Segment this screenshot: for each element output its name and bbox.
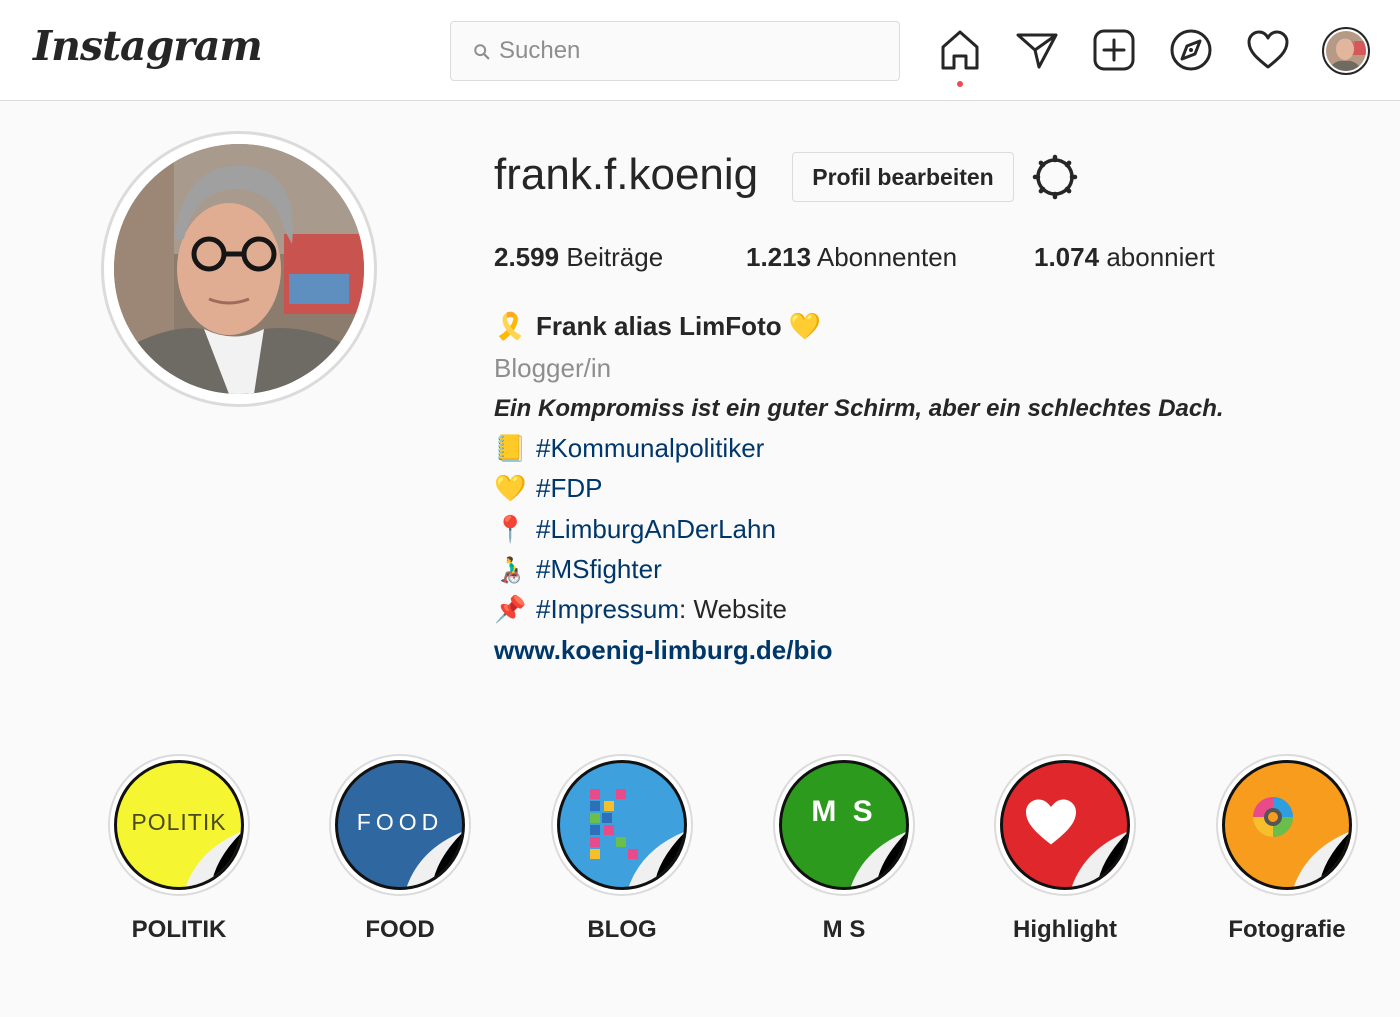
highlight-fotografie[interactable]: Fotografie: [1216, 754, 1358, 943]
page-curl-icon: [628, 831, 684, 887]
highlight-label: BLOG: [587, 916, 657, 943]
new-post-icon[interactable]: [1092, 28, 1136, 72]
bio-text: : Website: [679, 594, 787, 624]
full-name: Frank alias LimFoto: [536, 311, 782, 341]
instagram-logo[interactable]: Instagram: [33, 22, 263, 70]
highlight-cover: M S: [779, 760, 909, 890]
direct-message-icon[interactable]: [1015, 28, 1059, 72]
search-icon: [474, 44, 490, 60]
followers-count[interactable]: 1.213 Abonnenten: [746, 242, 957, 273]
bio-line: 📍 #LimburgAnDerLahn: [494, 514, 776, 545]
notebook-emoji: 📒: [494, 433, 527, 463]
page-curl-icon: [406, 831, 462, 887]
posts-count: 2.599 Beiträge: [494, 242, 663, 273]
bio-line: 📌 #Impressum: Website: [494, 594, 787, 625]
page-curl-icon: [1293, 831, 1349, 887]
hashtag-link[interactable]: #Impressum: [536, 594, 679, 624]
explore-compass-icon[interactable]: [1169, 28, 1213, 72]
notification-dot: [957, 81, 963, 87]
highlight-highlight[interactable]: Highlight: [994, 754, 1136, 943]
profile-username: frank.f.koenig: [494, 150, 759, 199]
following-count[interactable]: 1.074 abonniert: [1034, 242, 1215, 273]
highlight-cover: [1000, 760, 1130, 890]
followers-number: 1.213: [746, 242, 812, 272]
profile-picture-ring[interactable]: [101, 131, 377, 407]
search-input[interactable]: [499, 31, 879, 71]
profile-picture: [114, 144, 364, 394]
activity-heart-icon[interactable]: [1246, 28, 1290, 72]
edit-profile-button[interactable]: Profil bearbeiten: [792, 152, 1014, 202]
following-number: 1.074: [1034, 242, 1100, 272]
highlight-cover: [1222, 760, 1352, 890]
highlight-cover: POLITIK: [114, 760, 244, 890]
highlight-label: M S: [822, 916, 866, 943]
bio-quote: Ein Kompromiss ist ein guter Schirm, abe…: [494, 395, 1224, 422]
bio-full-name: 🎗️ Frank alias LimFoto 💛: [494, 311, 821, 342]
home-icon[interactable]: [938, 28, 982, 72]
page-curl-icon: [1071, 831, 1127, 887]
highlight-food[interactable]: FOOD FOOD: [329, 754, 471, 943]
bio-line: 👨‍🦽 #MSfighter: [494, 554, 662, 585]
highlight-ring: FOOD: [329, 754, 471, 896]
profile-avatar-button[interactable]: [1322, 27, 1370, 75]
highlight-ms[interactable]: M S M S: [773, 754, 915, 943]
highlight-label: FOOD: [365, 916, 435, 943]
highlight-ring: [1216, 754, 1358, 896]
highlight-label: POLITIK: [131, 916, 227, 943]
highlight-ring: [994, 754, 1136, 896]
search-box[interactable]: [450, 21, 900, 81]
following-label: abonniert: [1106, 242, 1215, 272]
hashtag-link[interactable]: #Kommunalpolitiker: [536, 433, 764, 463]
hashtag-link[interactable]: #FDP: [536, 473, 602, 503]
yellow-heart-emoji: 💛: [788, 311, 822, 341]
highlight-label: Fotografie: [1228, 916, 1346, 943]
highlight-politik[interactable]: POLITIK POLITIK: [108, 754, 250, 943]
followers-label: Abonnenten: [816, 242, 958, 272]
yellow-heart-emoji: 💛: [494, 473, 527, 503]
highlight-ring: M S: [773, 754, 915, 896]
pin-emoji: 📍: [494, 514, 527, 544]
highlight-label: Highlight: [1013, 916, 1117, 943]
page-curl-icon: [850, 831, 906, 887]
highlight-cover: [557, 760, 687, 890]
yellow-ribbon-emoji: 🎗️: [494, 311, 527, 341]
posts-label: Beiträge: [566, 242, 664, 272]
hashtag-link[interactable]: #LimburgAnDerLahn: [536, 514, 776, 544]
highlight-ring: POLITIK: [108, 754, 250, 896]
highlight-blog[interactable]: BLOG: [551, 754, 693, 943]
highlight-cover: FOOD: [335, 760, 465, 890]
page-curl-icon: [185, 831, 241, 887]
settings-gear-icon[interactable]: [1032, 154, 1078, 200]
wheelchair-person-emoji: 👨‍🦽: [494, 554, 527, 584]
bio-line: 💛 #FDP: [494, 473, 602, 504]
bio-line: 📒 #Kommunalpolitiker: [494, 433, 764, 464]
top-navigation-bar: Instagram: [0, 0, 1400, 101]
avatar: [1326, 31, 1366, 71]
posts-number: 2.599: [494, 242, 560, 272]
pushpin-emoji: 📌: [494, 594, 527, 624]
highlight-ring: [551, 754, 693, 896]
bio-category: Blogger/in: [494, 353, 612, 383]
website-link[interactable]: www.koenig-limburg.de/bio: [494, 635, 832, 666]
hashtag-link[interactable]: #MSfighter: [536, 554, 662, 584]
